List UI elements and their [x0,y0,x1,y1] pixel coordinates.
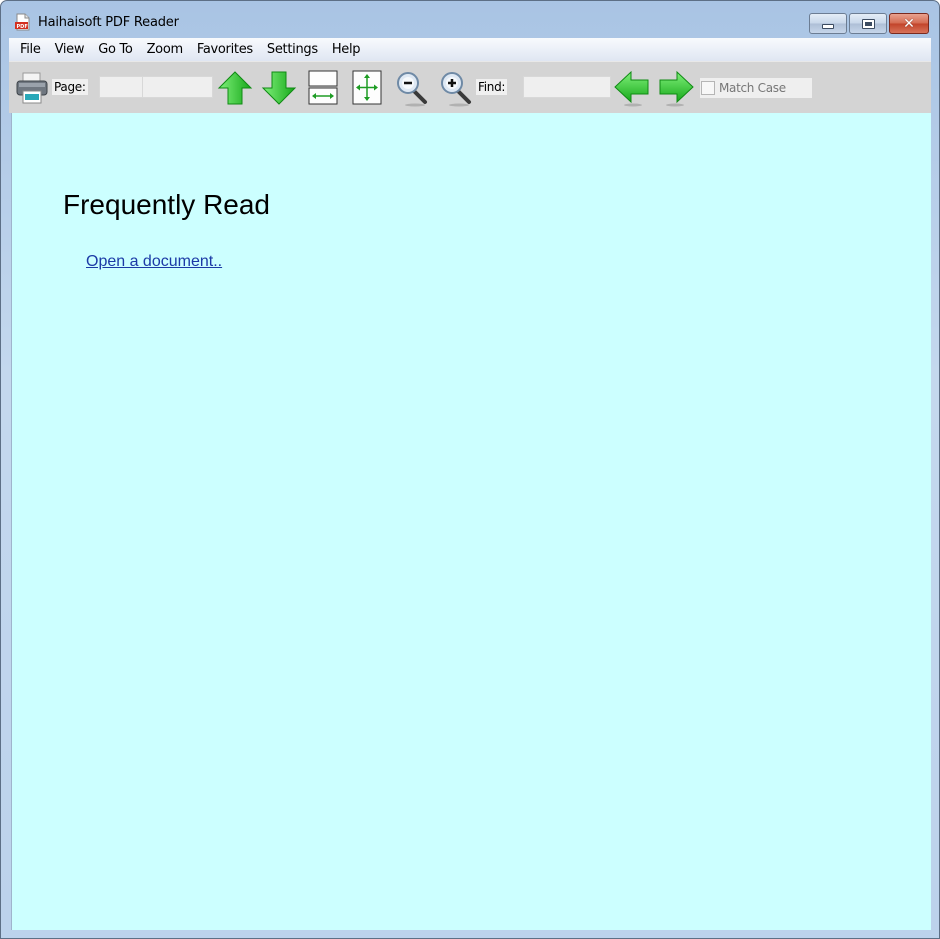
find-input[interactable] [523,76,611,98]
minimize-icon [822,24,834,29]
zoom-in-button[interactable] [439,70,475,108]
page-number-input[interactable] [99,76,143,98]
close-icon: ✕ [903,15,915,32]
frequently-read-heading: Frequently Read [63,189,271,220]
zoom-out-button[interactable] [395,70,431,108]
print-button[interactable] [14,70,50,106]
arrow-right-icon [659,70,694,107]
pdf-file-icon: PDF [15,13,31,31]
open-document-link[interactable]: Open a document.. [86,253,222,271]
close-button[interactable]: ✕ [889,13,929,34]
maximize-icon [861,18,875,29]
title-bar[interactable]: PDF Haihaisoft PDF Reader ✕ [1,1,939,37]
menu-help[interactable]: Help [325,39,367,60]
find-previous-button[interactable] [613,70,651,108]
document-area[interactable]: Frequently Read Open a document.. [11,113,931,930]
printer-icon [16,72,48,104]
minimize-button[interactable] [809,13,847,34]
page-label: Page: [52,79,88,95]
arrow-left-icon [614,70,649,107]
next-page-button[interactable] [261,70,297,106]
app-window: PDF Haihaisoft PDF Reader ✕ File View Go… [0,0,940,939]
arrow-up-icon [217,71,253,105]
toolbar: Page: Find: Match Case [9,61,931,113]
menu-go-to[interactable]: Go To [91,39,139,60]
fit-page-button[interactable] [351,70,383,106]
menu-bar: File View Go To Zoom Favorites Settings … [9,38,931,61]
maximize-button[interactable] [849,13,887,34]
previous-page-button[interactable] [217,70,253,106]
page-total-field [143,76,213,98]
menu-settings[interactable]: Settings [260,39,325,60]
zoom-out-icon [397,72,427,107]
match-case-label: Match Case [719,81,786,95]
match-case-option[interactable]: Match Case [700,78,812,98]
find-label: Find: [476,79,508,95]
zoom-in-icon [441,72,471,107]
find-next-button[interactable] [657,70,695,108]
menu-zoom[interactable]: Zoom [140,39,190,60]
arrow-down-icon [261,71,297,105]
fit-page-icon [352,70,382,105]
fit-width-button[interactable] [307,70,339,106]
window-title: Haihaisoft PDF Reader [38,15,179,30]
match-case-checkbox[interactable] [701,81,715,95]
menu-file[interactable]: File [13,39,48,60]
svg-text:PDF: PDF [17,24,28,30]
menu-favorites[interactable]: Favorites [190,39,260,60]
menu-view[interactable]: View [48,39,92,60]
fit-width-icon [308,70,338,105]
